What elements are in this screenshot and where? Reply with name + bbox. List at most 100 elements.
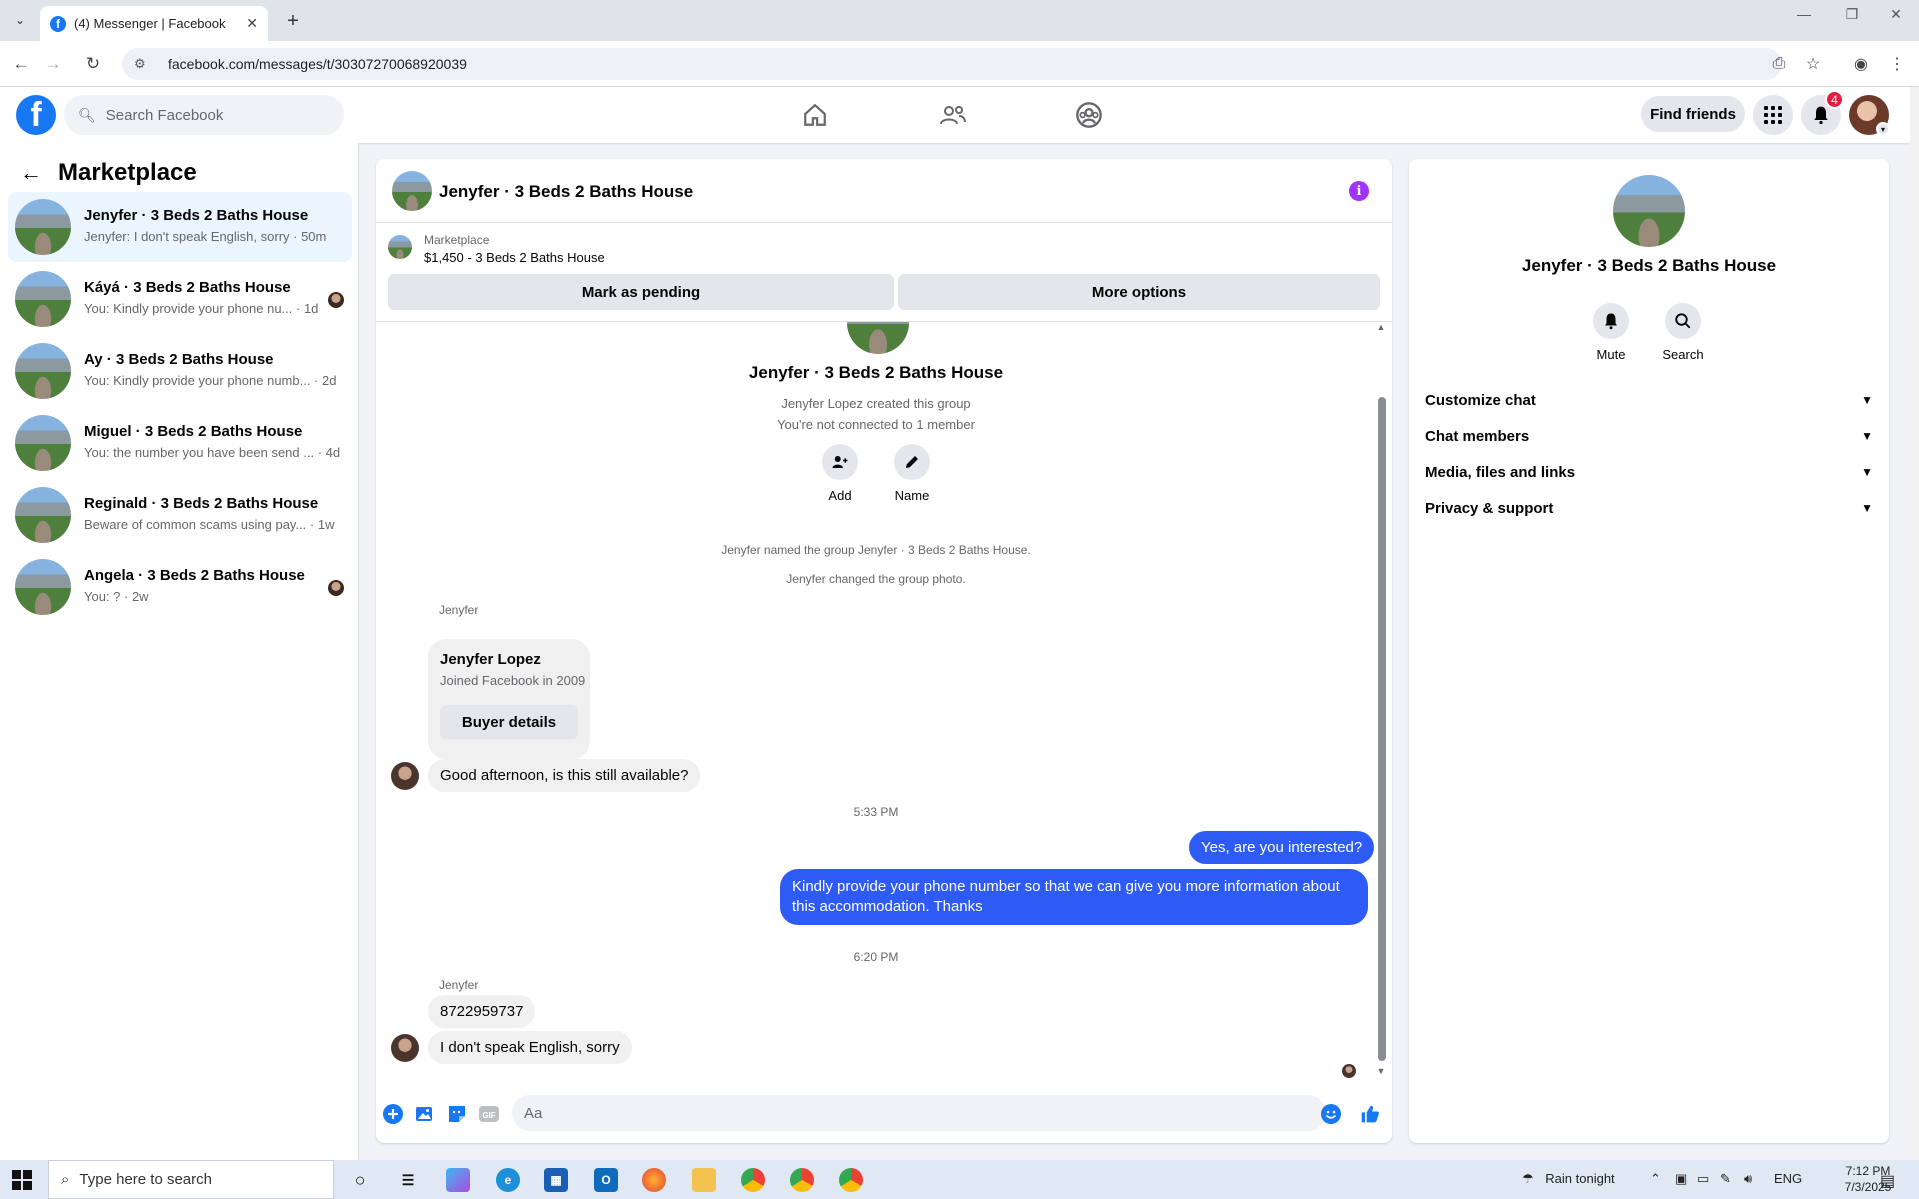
gif-icon[interactable]: GIF [479, 1104, 499, 1124]
photo-icon[interactable] [415, 1104, 435, 1124]
thread-scrollbar[interactable]: ▲ ▼ [1375, 322, 1387, 1079]
chat-members-section[interactable]: Chat members ▼ [1425, 418, 1873, 454]
scroll-up-icon[interactable]: ▲ [1375, 322, 1387, 332]
search-placeholder: Search Facebook [105, 106, 224, 124]
site-info-icon[interactable]: ⚙ [134, 56, 152, 72]
conversation-item[interactable]: Angela · 3 Beds 2 Baths House You: ? · 2… [8, 552, 352, 622]
rename-group-button[interactable]: Name [882, 444, 942, 503]
show-hidden-icons-icon[interactable]: ⌃ [1650, 1171, 1661, 1187]
menu-kebab-icon[interactable]: ⋮ [1884, 51, 1910, 77]
firefox-icon[interactable] [642, 1168, 666, 1192]
language-indicator[interactable]: ENG [1774, 1171, 1802, 1186]
privacy-support-section[interactable]: Privacy & support ▼ [1425, 490, 1873, 526]
incoming-message[interactable]: I don't speak English, sorry [428, 1031, 632, 1064]
cortana-icon[interactable]: ○ [348, 1168, 372, 1192]
tab-search-dropdown-icon[interactable]: ⌄ [6, 8, 34, 32]
network-icon[interactable]: ▭ [1697, 1171, 1709, 1187]
forward-icon[interactable]: → [40, 51, 66, 77]
listing-thumbnail[interactable] [388, 235, 412, 259]
scroll-down-icon[interactable]: ▼ [1375, 1066, 1387, 1076]
new-tab-icon[interactable]: + [280, 8, 306, 34]
facebook-search-input[interactable]: 🔍︎ Search Facebook [64, 95, 344, 135]
outlook-icon[interactable]: O [594, 1168, 618, 1192]
conversation-item[interactable]: Ay · 3 Beds 2 Baths House You: Kindly pr… [8, 336, 352, 406]
menu-grid-icon[interactable] [1753, 95, 1793, 135]
listing-price-title[interactable]: $1,450 - 3 Beds 2 Baths House [424, 250, 605, 265]
outgoing-message[interactable]: Yes, are you interested? [1189, 831, 1375, 864]
sticker-icon[interactable] [447, 1104, 467, 1124]
incoming-message[interactable]: 8722959737 [428, 995, 536, 1028]
thumbs-up-icon[interactable] [1360, 1104, 1380, 1124]
back-arrow-icon[interactable]: ← [20, 160, 42, 186]
chat-info-panel: Jenyfer · 3 Beds 2 Baths House Mute Sear… [1409, 159, 1889, 1143]
conversation-item[interactable]: Miguel · 3 Beds 2 Baths House You: the n… [8, 408, 352, 478]
tab-close-icon[interactable]: ✕ [246, 15, 258, 32]
minimize-icon[interactable]: — [1784, 6, 1824, 22]
account-caret-icon[interactable]: ▾ [1876, 122, 1890, 136]
tab-title: (4) Messenger | Facebook [74, 16, 226, 31]
notifications-center-icon[interactable]: ▤ [1880, 1171, 1895, 1191]
restore-icon[interactable]: ❐ [1832, 6, 1872, 23]
weather-widget[interactable]: ☂ Rain tonight [1522, 1171, 1615, 1187]
conversation-item[interactable]: Reginald · 3 Beds 2 Baths House Beware o… [8, 480, 352, 550]
media-files-links-section[interactable]: Media, files and links ▼ [1425, 454, 1873, 490]
emoji-icon[interactable] [1321, 1104, 1341, 1124]
conversation-name: Angela · 3 Beds 2 Baths House [84, 567, 305, 584]
chrome-icon[interactable] [741, 1168, 765, 1192]
edge-icon[interactable]: e [496, 1168, 520, 1192]
friends-icon[interactable] [933, 97, 973, 133]
conversation-item[interactable]: Káyá · 3 Beds 2 Baths House You: Kindly … [8, 264, 352, 334]
task-view-icon[interactable]: ☰ [396, 1168, 420, 1192]
conversation-preview: Beware of common scams using pay... · 1w [84, 517, 335, 532]
groups-icon[interactable] [1069, 97, 1109, 133]
close-window-icon[interactable]: ✕ [1876, 6, 1916, 23]
info-icon[interactable]: i [1349, 181, 1369, 201]
page-scrollbar[interactable] [1910, 87, 1919, 1160]
search-icon: 🔍︎ [78, 106, 96, 123]
plus-circle-icon[interactable] [383, 1104, 403, 1124]
chat-info-name: Jenyfer · 3 Beds 2 Baths House [1521, 256, 1777, 275]
sender-avatar[interactable] [391, 1034, 419, 1062]
conversation-item[interactable]: Jenyfer · 3 Beds 2 Baths House Jenyfer: … [8, 192, 352, 262]
find-friends-button[interactable]: Find friends [1641, 96, 1745, 132]
address-bar[interactable]: ⚙ facebook.com/messages/t/30307270068920… [122, 48, 1782, 80]
browser-tab[interactable]: f (4) Messenger | Facebook ✕ [40, 6, 268, 41]
install-app-icon[interactable]: ⎙ [1766, 51, 1792, 77]
file-explorer-icon[interactable] [692, 1168, 716, 1192]
bookmark-star-icon[interactable]: ☆ [1800, 51, 1826, 77]
not-connected-text: You're not connected to 1 member [777, 417, 975, 432]
system-message: Jenyfer named the group Jenyfer · 3 Beds… [721, 543, 1031, 557]
reload-icon[interactable]: ↻ [80, 51, 106, 77]
taskbar-search-input[interactable]: ⌕ Type here to search [48, 1160, 334, 1199]
outgoing-message[interactable]: Kindly provide your phone number so that… [780, 869, 1368, 925]
tray-app-icon[interactable]: ▣ [1675, 1171, 1687, 1187]
store-icon[interactable]: ▦ [544, 1168, 568, 1192]
profile-icon[interactable]: ◉ [1848, 51, 1874, 77]
chat-avatar[interactable] [392, 171, 432, 211]
chrome-profile-icon[interactable] [790, 1168, 814, 1192]
chrome-profile-icon[interactable] [839, 1168, 863, 1192]
message-input[interactable]: Aa [512, 1095, 1326, 1131]
back-icon[interactable]: ← [8, 51, 34, 77]
sender-name: Jenyfer [439, 978, 479, 992]
sender-avatar[interactable] [391, 762, 419, 790]
facebook-logo-icon[interactable]: f [16, 95, 56, 135]
mute-button[interactable]: Mute [1581, 303, 1641, 362]
facebook-favicon-icon: f [50, 15, 66, 32]
home-icon[interactable] [795, 97, 835, 133]
chat-title[interactable]: Jenyfer · 3 Beds 2 Baths House [439, 182, 693, 202]
customize-chat-section[interactable]: Customize chat ▼ [1425, 382, 1873, 418]
windows-start-icon[interactable] [12, 1170, 32, 1190]
chevron-down-icon: ▼ [1861, 501, 1873, 515]
incoming-message[interactable]: Good afternoon, is this still available? [428, 759, 701, 792]
search-in-conversation-button[interactable]: Search [1653, 303, 1713, 362]
copilot-icon[interactable] [446, 1168, 470, 1192]
pen-icon[interactable]: ✎ [1720, 1171, 1731, 1187]
buyer-details-button[interactable]: Buyer details [440, 705, 578, 739]
add-member-button[interactable]: Add [810, 444, 870, 503]
mark-as-pending-button[interactable]: Mark as pending [388, 274, 894, 310]
more-options-button[interactable]: More options [898, 274, 1380, 310]
conversation-avatar [15, 199, 71, 255]
scrollbar-thumb[interactable] [1378, 397, 1386, 1061]
volume-icon[interactable]: 🔊︎ [1744, 1171, 1752, 1187]
